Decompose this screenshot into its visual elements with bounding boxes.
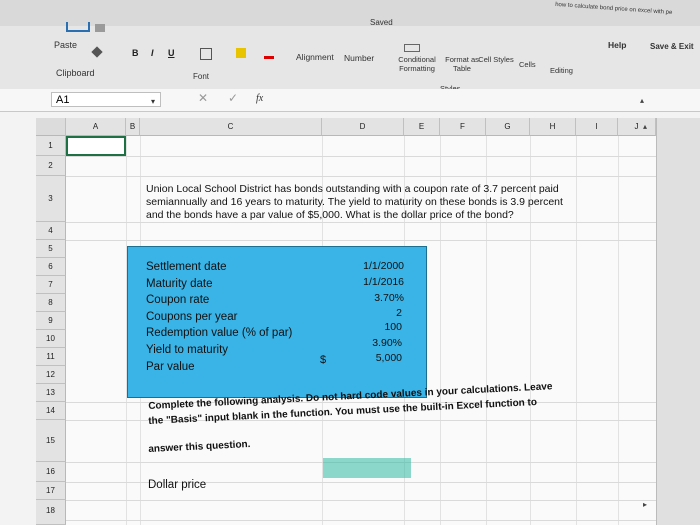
par-value-label: Par value [146,361,195,373]
row-header[interactable]: 18 [36,500,66,525]
maturity-date-value[interactable]: 1/1/2016 [330,276,404,288]
row-header[interactable]: 7 [36,276,66,294]
grid-line [66,500,656,501]
font-color-icon[interactable] [264,56,274,59]
borders-icon[interactable] [200,48,212,60]
row-header[interactable]: 16 [36,462,66,482]
redemption-value[interactable]: 100 [330,321,402,333]
row-header[interactable]: 6 [36,258,66,276]
conditional-formatting-button[interactable]: Conditional Formatting [388,55,446,73]
row-header[interactable]: 8 [36,294,66,312]
problem-line-3: and the bonds have a par value of $5,000… [146,209,514,221]
row-header[interactable]: 2 [36,156,66,176]
paste-button[interactable]: Paste [54,40,77,50]
column-header[interactable]: B [126,118,140,136]
name-box[interactable]: A1 [51,92,161,107]
yield-to-maturity-label: Yield to maturity [146,344,229,356]
column-header[interactable]: H [530,118,576,136]
row-header[interactable]: 5 [36,240,66,258]
help-button[interactable]: Help [608,40,626,50]
grid-line [66,156,656,157]
row-header[interactable]: 4 [36,222,66,240]
column-header[interactable]: I [576,118,618,136]
row-header[interactable]: 15 [36,420,66,462]
problem-line-2: semiannually and 16 years to maturity. T… [146,196,563,208]
collapse-ribbon-icon[interactable]: ▴ [640,96,644,105]
clipboard-group-label: Clipboard [56,68,95,78]
chevron-down-icon[interactable]: ▾ [151,97,155,106]
ribbon: Saved how to calculate bond price on exc… [0,0,700,96]
dollar-price-label: Dollar price [148,479,207,491]
font-group-label: Font [193,72,210,81]
alignment-button[interactable]: Alignment [296,52,334,62]
excel-window: Saved how to calculate bond price on exc… [0,0,700,525]
row-header[interactable]: 17 [36,482,66,500]
scroll-down-icon[interactable]: ▸ [643,500,647,509]
column-header[interactable]: C [140,118,322,136]
grid-line [618,136,619,525]
grid-line [66,222,656,223]
coupon-rate-label: Coupon rate [146,294,210,306]
column-header[interactable]: A [66,118,126,136]
number-button[interactable]: Number [344,53,374,63]
redemption-value-label: Redemption value (% of par) [146,327,293,339]
column-header[interactable]: J [618,118,656,136]
save-exit-button[interactable]: Save & Exit [650,42,694,51]
grid-line [576,136,577,525]
row-header[interactable]: 10 [36,330,66,348]
coupons-per-year-value[interactable]: 2 [330,307,402,319]
cancel-icon[interactable]: ✕ [198,91,208,105]
format-as-table-button[interactable]: Format as Table [442,55,482,73]
par-value-currency: $ [320,354,327,366]
fill-color-icon[interactable] [236,48,246,58]
italic-button[interactable]: I [151,48,154,58]
conditional-formatting-icon[interactable] [404,44,420,52]
scroll-up-icon[interactable]: ▴ [643,122,647,131]
bold-button[interactable]: B [132,48,139,58]
dollar-price-answer-cell[interactable] [323,458,411,478]
settlement-date-label: Settlement date [146,261,227,273]
selected-cell-a1[interactable] [66,136,126,156]
format-painter-icon[interactable] [91,46,103,58]
coupons-per-year-label: Coupons per year [146,311,238,323]
insert-function-button[interactable]: fx [256,93,263,104]
problem-line-1: Union Local School District has bonds ou… [146,183,559,195]
row-header[interactable]: 9 [36,312,66,330]
yield-to-maturity-value[interactable]: 3.90% [330,337,402,349]
row-header[interactable]: 1 [36,136,66,156]
saved-status: Saved [370,18,393,27]
formula-bar: A1 ▾ ✕ ✓ fx [0,89,700,112]
column-header[interactable]: D [322,118,404,136]
grid-line [66,240,656,241]
par-value[interactable]: 5,000 [330,352,402,364]
column-header[interactable]: G [486,118,530,136]
grid-line [66,520,656,521]
settlement-date-value[interactable]: 1/1/2000 [330,260,404,272]
coupon-rate-value[interactable]: 3.70% [330,292,404,304]
underline-button[interactable]: U [168,48,175,58]
cell-styles-button[interactable]: Cell Styles [478,55,514,64]
column-header[interactable]: E [404,118,440,136]
row-header[interactable]: 13 [36,384,66,402]
vertical-scrollbar[interactable] [656,118,700,525]
copy-icon[interactable] [95,24,105,32]
undo-icon[interactable] [66,22,90,32]
row-header[interactable]: 12 [36,366,66,384]
maturity-date-label: Maturity date [146,278,213,290]
editing-button[interactable]: Editing [550,66,573,75]
grid-line [66,176,656,177]
row-header[interactable]: 3 [36,176,66,222]
select-all-corner[interactable] [36,118,66,136]
enter-icon[interactable]: ✓ [228,91,238,105]
column-header[interactable]: F [440,118,486,136]
row-header[interactable]: 14 [36,402,66,420]
row-header[interactable]: 11 [36,348,66,366]
cells-button[interactable]: Cells [519,60,536,69]
